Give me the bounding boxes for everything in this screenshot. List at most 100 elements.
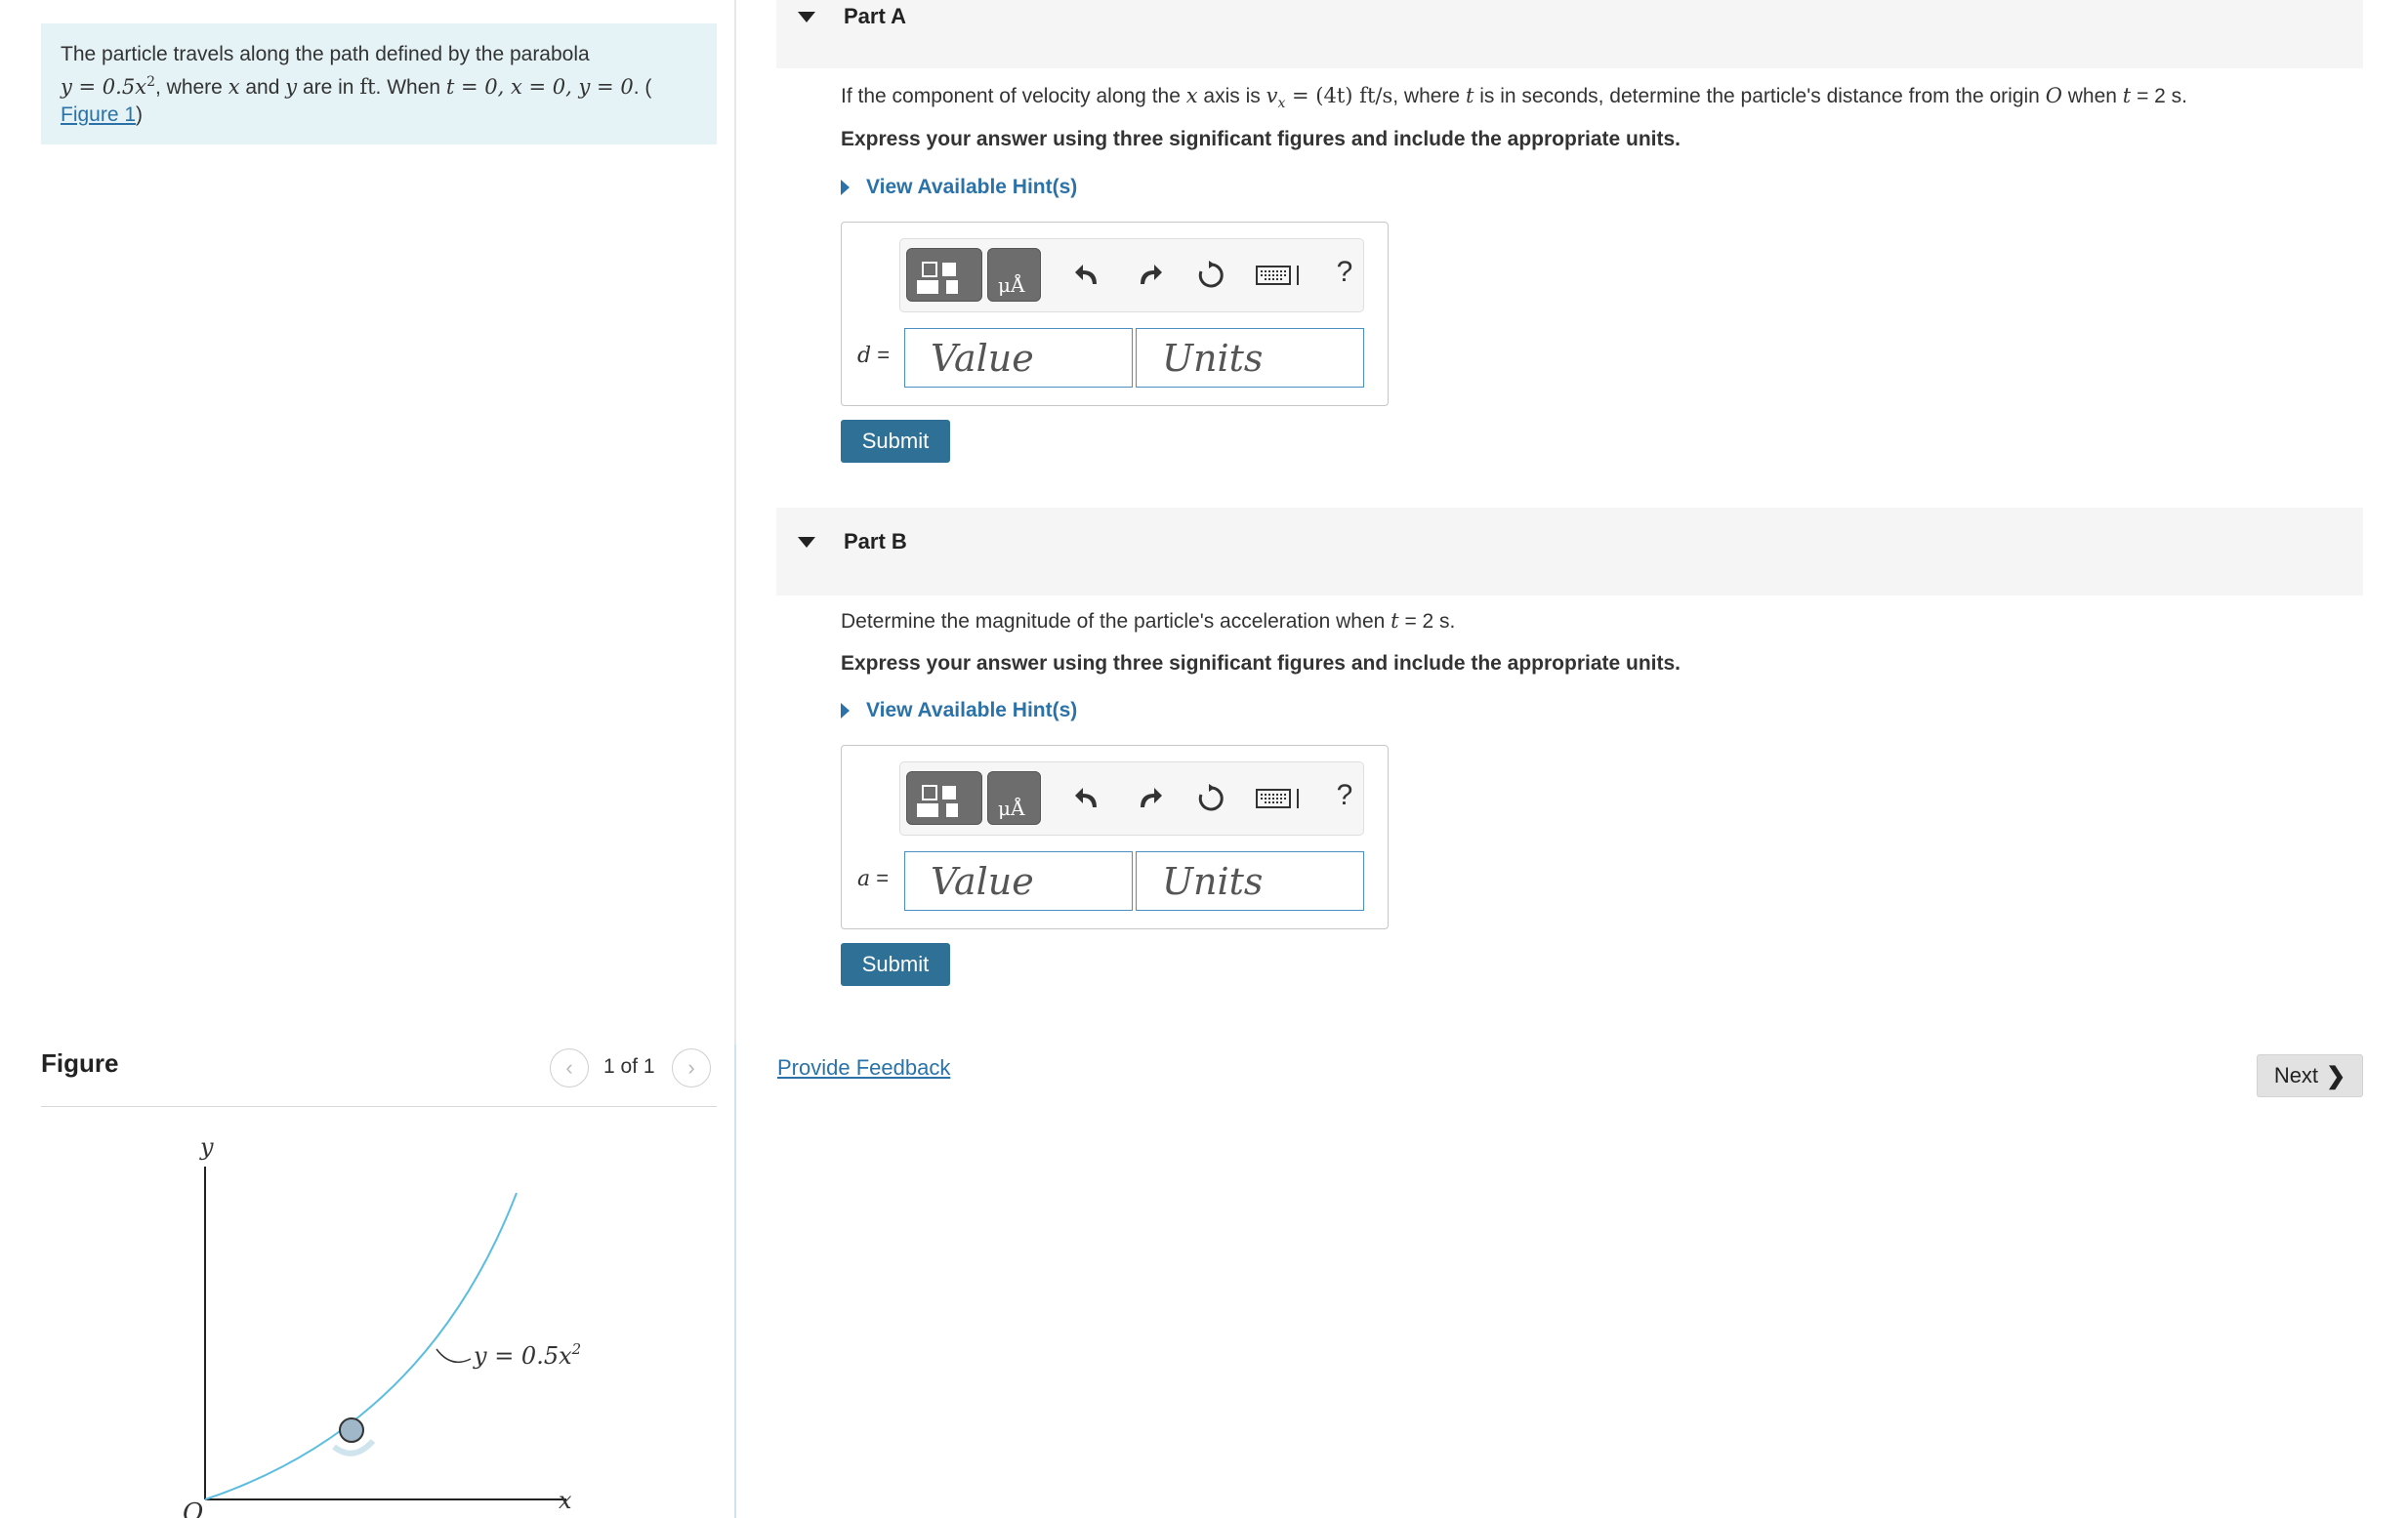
figure-link[interactable]: Figure 1 — [61, 103, 136, 126]
part-b-question: Determine the magnitude of the particle'… — [841, 609, 1455, 634]
curve-label-text: y = 0.5x — [473, 1342, 572, 1370]
units-button[interactable]: μÅ — [987, 248, 1041, 302]
question-text: , where — [1392, 85, 1466, 107]
units-mu-angstrom-icon: μÅ — [998, 272, 1025, 297]
equals-sign: = — [870, 866, 890, 890]
unit-ft: ft — [359, 75, 376, 99]
question-text: = 2 s. — [1398, 610, 1456, 633]
math-x: x — [228, 75, 240, 99]
math-v: v — [1266, 84, 1278, 107]
units-mu-angstrom-icon: μÅ — [998, 796, 1025, 820]
part-a-answer-box: μÅ ? d = Value Units — [841, 222, 1389, 406]
y-axis-label: y — [199, 1133, 214, 1161]
collapse-caret-icon[interactable] — [798, 537, 815, 548]
variable-d: d — [857, 344, 872, 368]
svg-text:μÅ: μÅ — [998, 796, 1025, 820]
figure-next-button[interactable]: › — [672, 1048, 711, 1087]
problem-text: ) — [136, 103, 144, 126]
undo-icon[interactable] — [1071, 259, 1104, 292]
keyboard-icon[interactable] — [1256, 259, 1303, 292]
problem-statement: The particle travels along the path defi… — [41, 23, 717, 144]
math-toolbar: μÅ ? — [899, 761, 1364, 836]
problem-text: , where — [154, 76, 228, 99]
figure-divider — [41, 1106, 717, 1107]
origin-label: O — [183, 1498, 203, 1518]
templates-button[interactable] — [906, 248, 982, 302]
problem-text: The particle travels along the path defi… — [61, 43, 590, 65]
templates-icon — [917, 785, 958, 817]
x-axis-label: x — [559, 1487, 572, 1514]
help-icon[interactable]: ? — [1328, 779, 1361, 812]
problem-text: are in — [297, 76, 360, 99]
next-label: Next — [2273, 1063, 2319, 1087]
problem-text: . ( — [633, 76, 652, 99]
part-b-instruction: Express your answer using three signific… — [841, 652, 1681, 675]
figure-pager-count: 1 of 1 — [603, 1055, 655, 1078]
collapse-caret-icon[interactable] — [798, 12, 815, 22]
chevron-right-icon: ❯ — [2326, 1062, 2346, 1089]
hint-label: View Available Hint(s) — [866, 699, 1078, 721]
label-leader — [436, 1348, 472, 1364]
question-text: axis is — [1197, 85, 1266, 107]
keyboard-icon[interactable] — [1256, 782, 1303, 815]
hint-label: View Available Hint(s) — [866, 176, 1078, 198]
part-a-submit-button[interactable]: Submit — [841, 420, 950, 463]
parabola-exponent: 2 — [146, 74, 155, 90]
math-toolbar: μÅ ? — [899, 238, 1364, 312]
next-button[interactable]: Next ❯ — [2257, 1054, 2363, 1097]
answer-variable-label: d = — [857, 343, 890, 368]
equals-sign: = — [871, 343, 891, 367]
question-text: Determine the magnitude of the particle'… — [841, 610, 1391, 633]
redo-icon[interactable] — [1133, 782, 1166, 815]
math-t: t — [2122, 84, 2132, 107]
velocity-expression: = (4t) ft/s — [1285, 84, 1393, 107]
part-b-hint-link[interactable]: View Available Hint(s) — [841, 699, 1077, 722]
parabola-figure: y x O y = 0.5x2 — [183, 1133, 581, 1518]
parabola-equation: y = 0.5x — [61, 75, 147, 99]
question-text: when — [2061, 85, 2123, 107]
column-divider-accent — [734, 1045, 736, 1518]
problem-text: and — [239, 76, 286, 99]
initial-conditions: t = 0, x = 0, y = 0 — [445, 75, 634, 99]
value-input[interactable]: Value — [904, 851, 1133, 911]
units-input[interactable]: Units — [1136, 328, 1364, 388]
provide-feedback-link[interactable]: Provide Feedback — [777, 1055, 950, 1081]
svg-text:μÅ: μÅ — [998, 272, 1025, 297]
math-origin: O — [2045, 84, 2062, 107]
help-icon[interactable]: ? — [1328, 256, 1361, 289]
part-a-hint-link[interactable]: View Available Hint(s) — [841, 176, 1077, 199]
math-x: x — [1185, 84, 1198, 107]
templates-icon — [917, 262, 958, 294]
reset-icon[interactable] — [1194, 782, 1227, 815]
question-text: = 2 s. — [2131, 85, 2188, 107]
units-input[interactable]: Units — [1136, 851, 1364, 911]
problem-text: . When — [375, 76, 446, 99]
units-button[interactable]: μÅ — [987, 771, 1041, 825]
question-text: is in seconds, determine the particle's … — [1474, 85, 2046, 107]
expand-triangle-icon — [841, 703, 850, 718]
undo-icon[interactable] — [1071, 782, 1104, 815]
part-a-label: Part A — [844, 4, 906, 28]
curve-label: y = 0.5x2 — [473, 1340, 581, 1370]
motion-blur — [332, 1438, 376, 1456]
answer-variable-label: a = — [857, 866, 889, 891]
figure-prev-button[interactable]: ‹ — [550, 1048, 589, 1087]
math-y: y — [285, 75, 298, 99]
part-b-submit-button[interactable]: Submit — [841, 943, 950, 986]
redo-icon[interactable] — [1133, 259, 1166, 292]
templates-button[interactable] — [906, 771, 982, 825]
value-input[interactable]: Value — [904, 328, 1133, 388]
part-b-answer-box: μÅ ? a = Value Units — [841, 745, 1389, 929]
curve-label-exponent: 2 — [571, 1340, 582, 1358]
math-t: t — [1391, 609, 1399, 633]
reset-icon[interactable] — [1194, 259, 1227, 292]
part-b-header[interactable]: Part B — [776, 508, 2363, 595]
part-a-question: If the component of velocity along the x… — [841, 84, 2187, 111]
expand-triangle-icon — [841, 180, 850, 195]
figure-title: Figure — [41, 1048, 119, 1078]
part-a-header[interactable]: Part A — [776, 0, 2363, 68]
part-a-instruction: Express your answer using three signific… — [841, 128, 1681, 150]
question-text: If the component of velocity along the — [841, 85, 1186, 107]
variable-a: a — [857, 867, 871, 891]
particle — [339, 1417, 364, 1443]
